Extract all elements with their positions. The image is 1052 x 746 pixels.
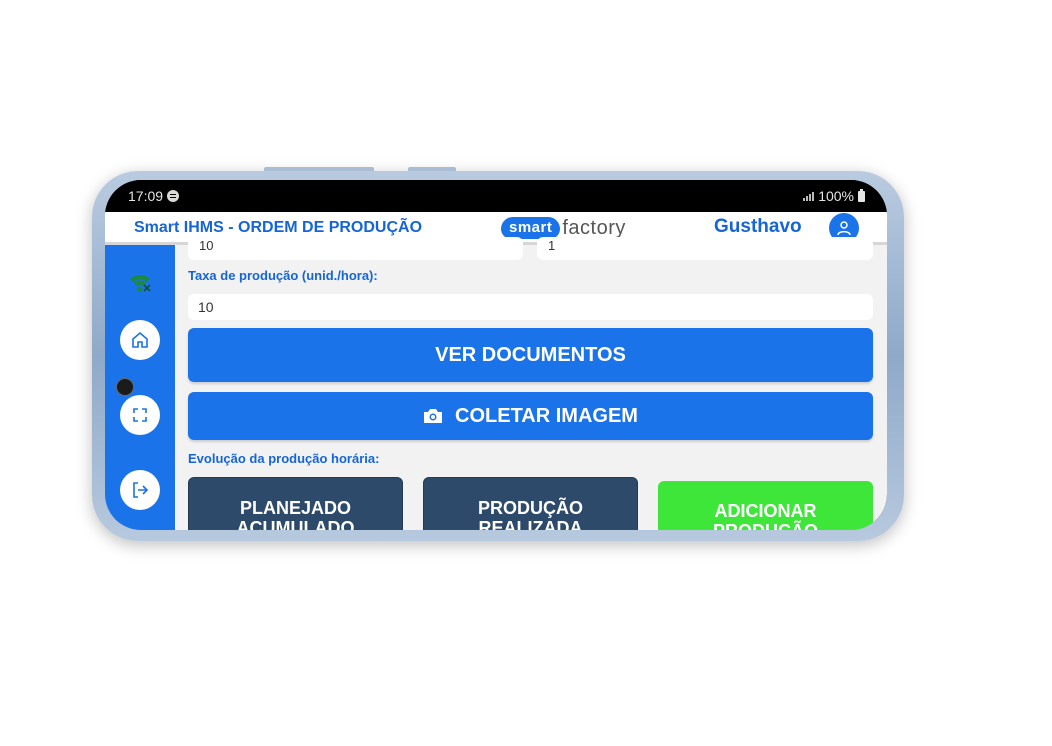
battery-icon [858,188,865,202]
fullscreen-button[interactable] [120,395,160,435]
status-time: 17:09 [128,188,164,204]
status-bar: 17:09 100% [105,180,887,212]
view-documents-label: VER DOCUMENTOS [435,343,626,366]
main-content: 10 1 Taxa de produção (unid./hora): VER … [188,237,873,530]
volume-button [264,167,374,171]
realized-production-card[interactable]: PRODUÇÃO REALIZADA [423,477,638,530]
spotify-icon [167,190,180,202]
logout-icon [133,482,149,498]
logo-smart-text: smart [501,217,561,239]
sidebar [105,245,175,530]
battery-percent: 100% [818,188,854,204]
power-button [408,167,456,171]
camera-icon [424,409,443,423]
page-title: Smart IHMS - ORDEM DE PRODUÇÃO [134,219,423,236]
logout-button[interactable] [120,470,160,510]
collect-image-button[interactable]: COLETAR IMAGEM [188,392,873,440]
add-production-button[interactable]: ADICIONAR PRODUÇÃO [658,481,873,530]
status-right-group: 100% [803,188,865,204]
rate-label: Taxa de produção (unid./hora): [188,268,378,283]
phone-screen: 17:09 100% Smart IHMS - ORDEM DE PRODUÇÃ… [105,180,887,530]
realized-line2: REALIZADA [478,518,583,530]
collect-image-label: COLETAR IMAGEM [455,404,638,427]
fullscreen-icon [133,408,147,422]
rate-input[interactable] [188,294,873,320]
partial-field-left[interactable]: 10 [188,237,523,260]
partial-field-right[interactable]: 1 [537,237,873,260]
home-button[interactable] [120,320,160,360]
planned-line2: ACUMULADO [236,518,355,530]
add-line2: PRODUÇÃO [658,521,873,530]
touch-cursor [116,378,134,396]
realized-line1: PRODUÇÃO [477,498,583,518]
signal-icon [803,191,815,201]
user-name: Gusthavo [714,216,802,237]
view-documents-button[interactable]: VER DOCUMENTOS [188,328,873,382]
evolution-label: Evolução da produção horária: [188,451,380,466]
add-line1: ADICIONAR [714,501,817,521]
home-icon [132,331,148,348]
user-icon [837,221,851,236]
app-root: Smart IHMS - ORDEM DE PRODUÇÃO smart fac… [105,212,887,530]
status-time-group: 17:09 [128,188,180,204]
planned-accumulated-card[interactable]: PLANEJADO ACUMULADO [188,477,403,530]
planned-line1: PLANEJADO [239,498,351,518]
wifi-icon [130,275,151,292]
